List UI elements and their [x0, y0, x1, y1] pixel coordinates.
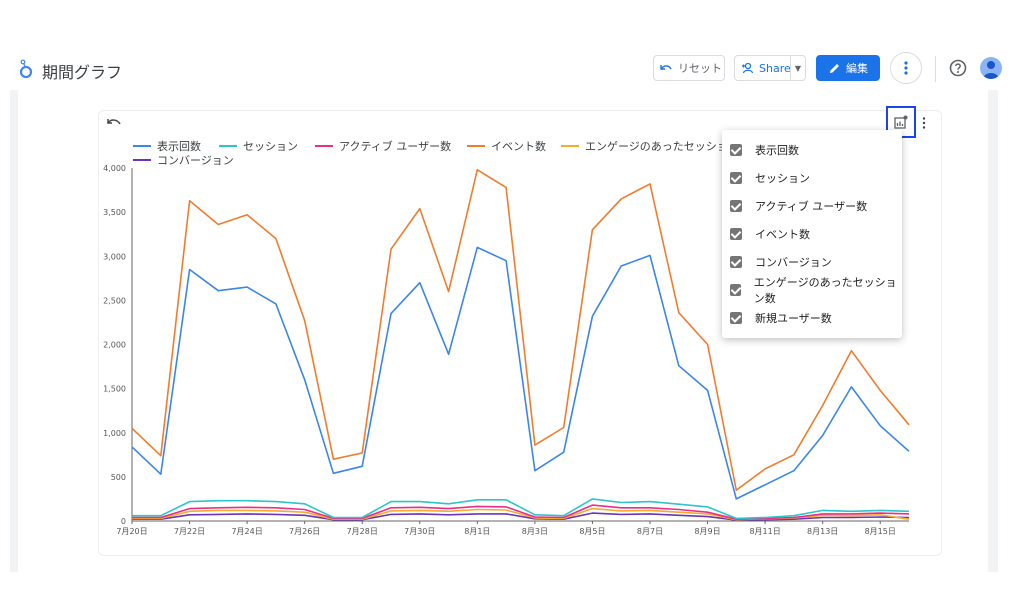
reset-label: リセット [678, 62, 722, 75]
menu-item-event-count[interactable]: イベント数 [722, 220, 902, 248]
looker-studio-logo-icon [19, 59, 33, 79]
legend-item: コンバージョン [133, 152, 234, 168]
menu-item-conversions[interactable]: コンバージョン [722, 248, 902, 276]
menu-item-engaged-sessions[interactable]: エンゲージのあったセッション数 [722, 276, 902, 305]
chart-undo-icon[interactable] [107, 117, 121, 129]
legend-label: コンバージョン [157, 154, 234, 167]
reset-button[interactable]: リセット [653, 55, 725, 81]
user-icon [983, 61, 999, 79]
share-dropdown-caret-icon[interactable]: ▼ [790, 56, 805, 80]
menu-item-new-users[interactable]: 新規ユーザー数 [722, 304, 902, 332]
more-vert-icon [904, 61, 908, 75]
legend-swatch [219, 145, 237, 147]
legend-swatch [561, 145, 579, 147]
legend-item: エンゲージのあったセッショ [561, 138, 728, 154]
menu-item-label: エンゲージのあったセッション数 [753, 276, 897, 305]
avatar[interactable] [980, 57, 1002, 79]
legend-swatch [133, 159, 151, 161]
menu-item-sessions[interactable]: セッション [722, 164, 902, 192]
menu-item-label: イベント数 [755, 228, 810, 241]
legend-label: エンゲージのあったセッショ [585, 140, 728, 153]
legend-label: セッション [243, 140, 298, 153]
edit-button[interactable]: 編集 [816, 55, 880, 81]
menu-item-label: アクティブ ユーザー数 [755, 200, 868, 213]
share-button[interactable]: Share ▼ [734, 55, 806, 81]
checkbox[interactable] [730, 312, 742, 324]
legend-swatch [467, 145, 485, 147]
help-icon[interactable] [949, 59, 967, 77]
legend-item: イベント数 [467, 138, 546, 154]
toolbar-divider [935, 56, 936, 82]
checkbox[interactable] [730, 172, 742, 184]
checkbox[interactable] [730, 200, 742, 212]
pencil-icon [830, 63, 839, 73]
menu-item-label: 新規ユーザー数 [755, 312, 832, 325]
page-title: 期間グラフ [42, 63, 123, 82]
legend-swatch [315, 145, 333, 147]
more-options-button[interactable] [890, 52, 922, 84]
menu-item-label: 表示回数 [755, 144, 799, 157]
legend-swatch [133, 145, 151, 147]
checkbox[interactable] [730, 284, 741, 296]
edit-label: 編集 [846, 62, 868, 75]
chart-series-icon [894, 115, 908, 129]
add-person-icon [742, 62, 754, 74]
top-bar: 期間グラフ リセット Share ▼ 編集 [0, 48, 1024, 90]
menu-item-label: セッション [755, 172, 810, 185]
legend-label: イベント数 [491, 140, 546, 153]
legend-item: アクティブ ユーザー数 [315, 138, 451, 154]
series-visibility-menu: 表示回数 セッション アクティブ ユーザー数 イベント数 コンバージョン エンゲ… [722, 130, 902, 338]
chart-more-vert-icon[interactable] [920, 116, 928, 130]
menu-item-label: コンバージョン [755, 256, 832, 269]
legend-label: アクティブ ユーザー数 [339, 140, 452, 153]
checkbox[interactable] [730, 256, 742, 268]
share-label: Share [759, 61, 791, 75]
menu-item-impressions[interactable]: 表示回数 [722, 136, 902, 164]
undo-icon [660, 65, 672, 70]
menu-item-active-users[interactable]: アクティブ ユーザー数 [722, 192, 902, 220]
checkbox[interactable] [730, 144, 742, 156]
checkbox[interactable] [730, 228, 742, 240]
